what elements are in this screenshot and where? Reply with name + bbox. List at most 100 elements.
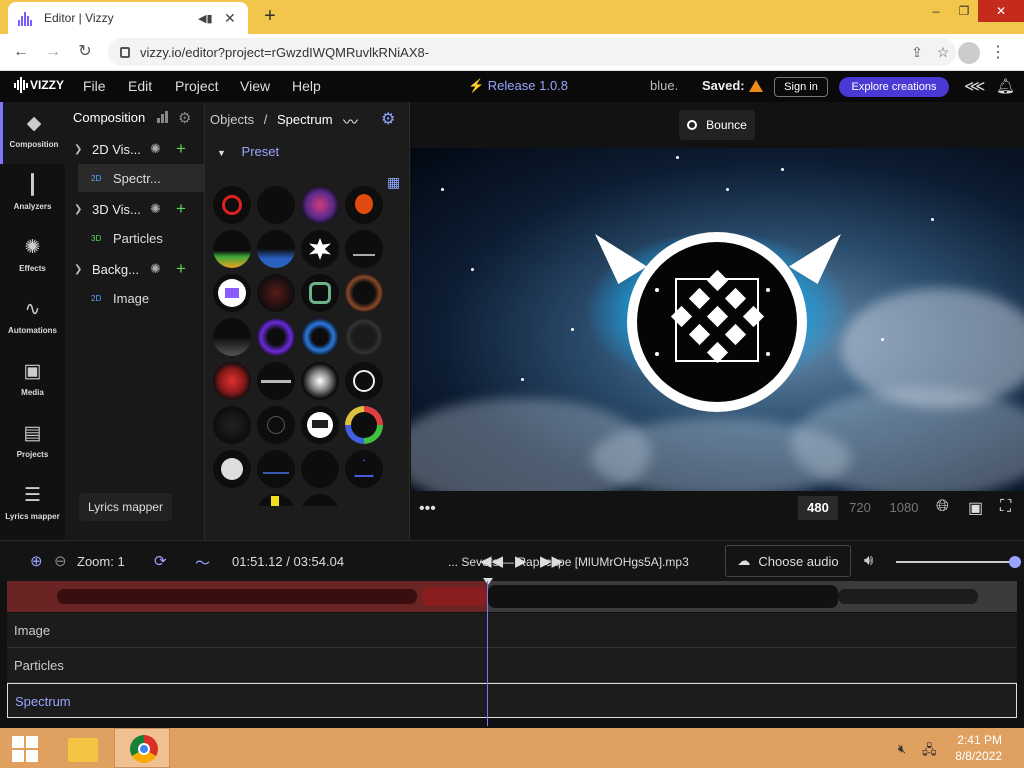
zoom-in-icon[interactable]: ⊕ [30, 552, 43, 570]
group-2d-visualizers[interactable]: ❯ 2D Vis... ✺ + [65, 137, 205, 161]
close-window-button[interactable]: ✕ [978, 0, 1024, 22]
taskbar-chrome[interactable] [114, 728, 170, 768]
preset-thumbnail[interactable] [345, 362, 383, 400]
release-link[interactable]: ⚡ Release 1.0.8 [468, 78, 568, 94]
preset-thumbnail[interactable] [257, 318, 295, 356]
playhead-handle[interactable] [483, 578, 493, 585]
grid-view-icon[interactable]: ▦ [387, 174, 400, 191]
preset-thumbnail[interactable] [213, 274, 251, 312]
preset-thumbnail[interactable] [301, 318, 339, 356]
bounce-button[interactable]: Bounce [679, 110, 755, 140]
resolution-480[interactable]: 480 [798, 496, 838, 520]
preset-thumbnail[interactable] [301, 362, 339, 400]
rail-effects[interactable]: ✺ Effects [0, 226, 65, 288]
network-icon[interactable]: 🖧︎ [922, 741, 937, 763]
menu-help[interactable]: Help [292, 78, 321, 94]
preset-thumbnail[interactable] [345, 318, 383, 356]
menu-file[interactable]: File [83, 78, 106, 94]
rail-analyzers[interactable]: ┃ Analyzers [0, 164, 65, 226]
preset-thumbnail[interactable] [257, 406, 295, 444]
rail-media[interactable]: ▣ Media [0, 350, 65, 412]
menu-edit[interactable]: Edit [128, 78, 152, 94]
add-object-icon[interactable]: + [176, 259, 186, 279]
browser-menu-icon[interactable]: ⋮ [990, 42, 1006, 62]
preset-thumbnail[interactable] [301, 186, 339, 224]
menu-project[interactable]: Project [175, 78, 219, 94]
new-tab-button[interactable]: + [260, 5, 280, 28]
preset-thumbnail[interactable] [257, 494, 295, 506]
preset-thumbnail[interactable] [213, 362, 251, 400]
speaker-muted-icon[interactable]: 🔇︎ [898, 741, 906, 757]
tab-close-icon[interactable]: ✕ [224, 10, 238, 27]
zoom-out-icon[interactable]: ⊖ [54, 552, 67, 570]
warning-icon[interactable] [749, 80, 763, 92]
chevron-right-icon[interactable]: ❯ [74, 204, 84, 215]
preset-thumbnail[interactable] [301, 494, 339, 506]
forward-icon[interactable]: → [42, 41, 64, 63]
add-object-icon[interactable]: + [176, 139, 186, 159]
prev-icon[interactable]: ◀◀ [480, 552, 503, 570]
automation-toggle-icon[interactable]: 〜 [195, 552, 210, 573]
minimize-button[interactable]: – [922, 0, 950, 22]
globe-icon[interactable]: 🌐︎ [936, 498, 949, 516]
preset-thumbnail[interactable] [213, 230, 251, 268]
preset-thumbnail[interactable] [345, 274, 383, 312]
rail-composition[interactable]: ◆ Composition [0, 102, 65, 164]
menu-view[interactable]: View [240, 78, 270, 94]
track-particles[interactable]: Particles [7, 648, 1017, 683]
picture-in-picture-icon[interactable]: ▣ [968, 498, 983, 518]
volume-icon[interactable]: 🔊︎ [864, 552, 873, 569]
maximize-button[interactable]: ❐ [950, 0, 978, 22]
rail-projects[interactable]: ▤ Projects [0, 412, 65, 474]
object-item-particles[interactable]: 3D Particles [78, 224, 205, 252]
preset-thumbnail[interactable] [345, 230, 383, 268]
next-icon[interactable]: ▶▶ [540, 552, 563, 570]
group-background[interactable]: ❯ Backg... ✺ + [65, 257, 205, 281]
preset-thumbnail[interactable] [301, 230, 339, 268]
preset-thumbnail[interactable] [345, 186, 383, 224]
preset-thumbnail[interactable] [257, 450, 295, 488]
vizzy-logo[interactable]: VIZZY [14, 77, 64, 93]
chevron-right-icon[interactable]: ❯ [74, 144, 84, 155]
preset-thumbnail[interactable] [301, 406, 339, 444]
group-3d-visualizers[interactable]: ❯ 3D Vis... ✺ + [65, 197, 205, 221]
volume-slider-handle[interactable] [1009, 556, 1021, 568]
preset-thumbnail[interactable] [257, 274, 295, 312]
loop-icon[interactable]: ⟳ [154, 552, 167, 570]
rail-automations[interactable]: ∿ Automations [0, 288, 65, 350]
project-name[interactable]: blue. [650, 78, 678, 93]
object-settings-icon[interactable]: ⚙ [381, 109, 395, 129]
add-object-icon[interactable]: + [176, 199, 186, 219]
sign-in-button[interactable]: Sign in [774, 77, 828, 97]
browser-tab[interactable]: Editor | Vizzy ◀▮ ✕ [8, 2, 248, 34]
object-item-spectrum[interactable]: 2D Spectr... [78, 164, 205, 192]
audio-waveform[interactable] [7, 581, 1017, 612]
notification-bell-icon[interactable]: 🔔︎ [996, 77, 1015, 95]
windows-start-icon[interactable] [12, 736, 38, 762]
profile-avatar[interactable] [958, 42, 980, 64]
playhead[interactable] [487, 581, 488, 726]
preset-thumbnail[interactable] [213, 406, 251, 444]
effects-icon[interactable]: ✺ [150, 201, 168, 217]
taskbar-file-explorer[interactable] [60, 730, 106, 768]
preset-dropdown[interactable]: ▼ Preset [217, 144, 279, 159]
bookmark-star-icon[interactable]: ☆ [930, 44, 956, 61]
automation-icon[interactable]: 〰 [343, 111, 358, 132]
more-options-icon[interactable]: ••• [419, 500, 436, 518]
preset-thumbnail[interactable] [257, 186, 295, 224]
speaker-icon[interactable]: ◀▮ [198, 12, 214, 25]
preview-canvas[interactable] [411, 148, 1024, 491]
preset-thumbnail[interactable] [257, 230, 295, 268]
chevron-right-icon[interactable]: ❯ [74, 264, 84, 275]
effects-icon[interactable]: ✺ [150, 261, 168, 277]
preset-thumbnail[interactable] [213, 318, 251, 356]
composition-settings-icon[interactable]: ⚙ [178, 109, 191, 127]
preset-thumbnail[interactable] [213, 450, 251, 488]
preset-thumbnail[interactable] [301, 274, 339, 312]
play-icon[interactable]: ▶ [515, 552, 527, 570]
fullscreen-icon[interactable]: ⛶ [1000, 498, 1011, 516]
explore-creations-button[interactable]: Explore creations [839, 77, 949, 97]
preset-thumbnail[interactable] [213, 186, 251, 224]
object-item-image[interactable]: 2D Image [78, 284, 205, 312]
share-page-icon[interactable]: ⇪ [904, 44, 930, 61]
